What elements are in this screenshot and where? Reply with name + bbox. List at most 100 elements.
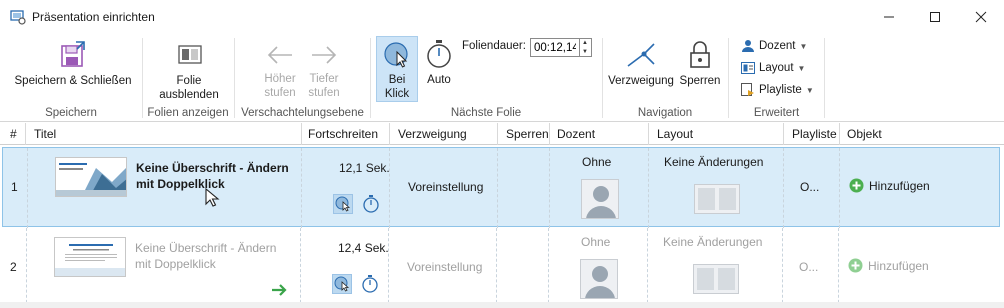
- lock-label: Sperren: [679, 75, 721, 87]
- close-icon: [975, 11, 987, 23]
- playlist-value[interactable]: O...: [800, 180, 819, 194]
- branching-icon: [627, 43, 655, 67]
- column-divider[interactable]: [301, 123, 302, 145]
- lower-level-button[interactable]: Tiefer stufen: [301, 42, 347, 100]
- table-row[interactable]: 1 Keine Überschrift - Ändern mit Doppelk…: [2, 147, 1000, 228]
- add-object-button[interactable]: Hinzufügen: [848, 258, 929, 273]
- presenter-value[interactable]: Ohne: [581, 235, 610, 249]
- presenter-value[interactable]: Ohne: [582, 155, 611, 169]
- cell-divider: [783, 148, 784, 228]
- layout-value[interactable]: Keine Änderungen: [663, 235, 762, 249]
- maximize-button[interactable]: [912, 0, 958, 34]
- column-divider[interactable]: [648, 123, 649, 145]
- column-divider[interactable]: [783, 123, 784, 145]
- on-click-label-1: Bei: [388, 74, 406, 86]
- branching-value[interactable]: Voreinstellung: [408, 180, 483, 194]
- duration-input[interactable]: [530, 38, 580, 57]
- column-header[interactable]: Layout: [657, 127, 693, 141]
- ribbon-separator: [824, 38, 825, 118]
- layout-label: Layout: [759, 62, 794, 74]
- on-click-toggle[interactable]: [332, 274, 352, 294]
- column-header[interactable]: Titel: [34, 127, 56, 141]
- dozent-label: Dozent: [759, 40, 796, 52]
- arrow-right-icon: [272, 284, 287, 296]
- stopwatch-toggle[interactable]: [360, 274, 380, 294]
- group-navigation: Verzweigung Sperren Navigation: [603, 34, 727, 122]
- on-click-button[interactable]: Bei Klick: [376, 36, 418, 102]
- person-silhouette-icon: [585, 266, 615, 298]
- advance-time: 12,4 Sek.: [338, 241, 389, 255]
- slide-title[interactable]: Keine Überschrift - Ändern mit Doppelkli…: [135, 240, 290, 272]
- arrow-left-icon: [267, 46, 292, 64]
- save-close-button[interactable]: Speichern & Schließen: [12, 40, 134, 88]
- horizontal-scrollbar[interactable]: [0, 302, 1004, 308]
- arrow-right-icon: [312, 46, 337, 64]
- duration-spinner[interactable]: ▲ ▼: [579, 38, 592, 57]
- column-header[interactable]: #: [10, 127, 17, 141]
- column-header[interactable]: Objekt: [847, 127, 882, 141]
- presenter-avatar[interactable]: [581, 179, 619, 219]
- column-divider[interactable]: [839, 123, 840, 145]
- cell-divider: [497, 148, 498, 228]
- ribbon: Speichern & Schließen Speichern Folie au…: [0, 34, 1004, 122]
- column-divider[interactable]: [389, 123, 390, 145]
- close-button[interactable]: [958, 0, 1004, 34]
- higher-label-2: stufen: [264, 87, 296, 99]
- plus-circle-icon: [848, 258, 863, 273]
- stopwatch-icon: [427, 40, 451, 68]
- on-click-toggle[interactable]: [333, 194, 353, 214]
- branching-button[interactable]: Verzweigung: [606, 40, 676, 88]
- higher-label-1: Höher: [264, 73, 296, 85]
- layout-preview-icon: [694, 184, 740, 214]
- playlist-value[interactable]: O...: [799, 260, 818, 274]
- group-label-naechste-folie: Nächste Folie: [450, 107, 522, 119]
- lock-icon: [690, 41, 710, 68]
- cell-divider: [496, 228, 497, 308]
- cell-divider: [782, 228, 783, 308]
- branching-value[interactable]: Voreinstellung: [407, 260, 482, 274]
- slide-thumbnail[interactable]: [54, 237, 126, 277]
- column-divider[interactable]: [497, 123, 498, 145]
- higher-level-button[interactable]: Höher stufen: [257, 42, 303, 100]
- column-header[interactable]: Fortschreiten: [308, 127, 378, 141]
- stopwatch-toggle[interactable]: [361, 194, 381, 214]
- advance-time: 12,1 Sek.: [339, 161, 390, 175]
- minimize-icon: [884, 16, 894, 18]
- app-icon: [10, 10, 26, 25]
- layout-value[interactable]: Keine Änderungen: [664, 155, 763, 169]
- slide-thumbnail-image: [55, 238, 125, 276]
- presenter-avatar[interactable]: [580, 259, 618, 299]
- cell-divider: [648, 148, 649, 228]
- group-label-navigation: Navigation: [637, 107, 693, 119]
- auto-label: Auto: [427, 74, 451, 86]
- slide-thumbnail[interactable]: [55, 157, 127, 197]
- mouse-click-icon: [335, 196, 351, 212]
- layout-dropdown[interactable]: Layout ▼: [741, 61, 805, 75]
- mouse-click-icon: [384, 42, 408, 68]
- cell-divider: [839, 148, 840, 228]
- hide-slide-label-2: ausblenden: [159, 89, 219, 101]
- column-header[interactable]: Verzweigung: [398, 127, 467, 141]
- add-object-button[interactable]: Hinzufügen: [849, 178, 930, 193]
- layout-preview-icon: [693, 264, 739, 294]
- auto-button[interactable]: Auto: [421, 39, 457, 87]
- person-icon: [742, 40, 754, 52]
- cell-divider: [549, 148, 550, 228]
- column-header[interactable]: Sperren: [506, 127, 549, 141]
- dozent-dropdown[interactable]: Dozent ▼: [741, 39, 807, 53]
- table-row[interactable]: 2 Keine Überschrift - Ändern mit Doppelk…: [2, 228, 1000, 308]
- mouse-click-icon: [334, 276, 350, 292]
- hide-slide-button[interactable]: Folie ausblenden: [151, 40, 227, 102]
- column-header[interactable]: Playliste: [792, 127, 837, 141]
- mouse-cursor-icon: [205, 188, 220, 207]
- column-header[interactable]: Dozent: [557, 127, 595, 141]
- maximize-icon: [930, 12, 940, 22]
- group-speichern: Speichern & Schließen Speichern: [0, 34, 142, 122]
- playliste-dropdown[interactable]: Playliste ▼: [741, 83, 814, 97]
- minimize-button[interactable]: [866, 0, 912, 34]
- cell-divider: [548, 228, 549, 308]
- column-divider[interactable]: [25, 123, 26, 145]
- column-divider[interactable]: [549, 123, 550, 145]
- window-title: Präsentation einrichten: [32, 10, 155, 24]
- lock-button[interactable]: Sperren: [677, 40, 723, 88]
